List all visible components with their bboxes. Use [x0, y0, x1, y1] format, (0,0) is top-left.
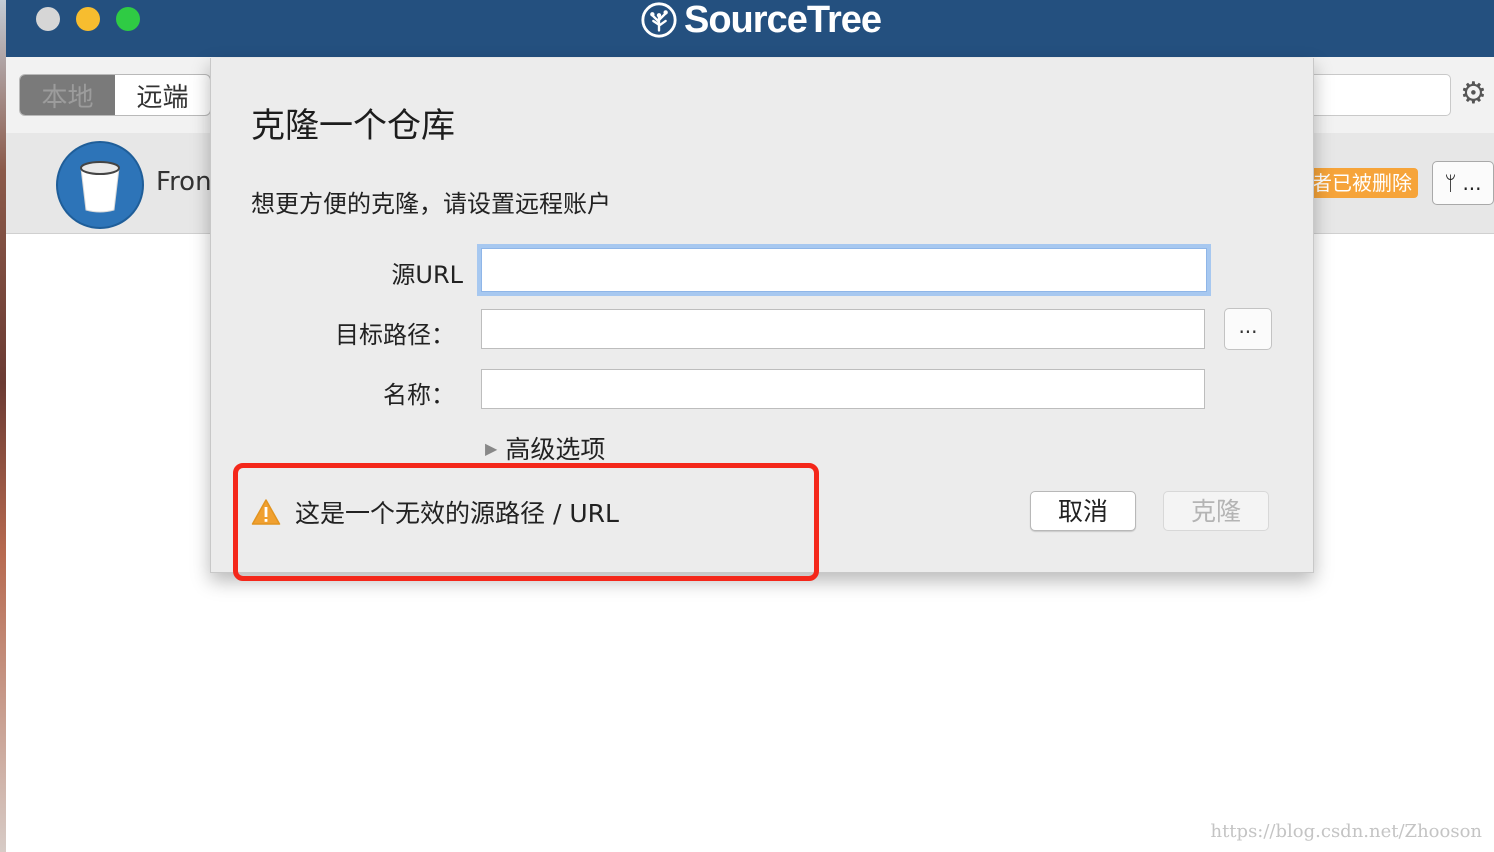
dialog-title: 克隆一个仓库 [251, 106, 455, 146]
watermark: https://blog.csdn.net/Zhooson [1210, 821, 1482, 842]
search-input[interactable] [1306, 74, 1451, 116]
branch-more-label: ... [1462, 171, 1482, 195]
source-url-field[interactable] [481, 248, 1207, 292]
name-label: 名称： [383, 381, 455, 409]
status-badge: 者已被删除 [1306, 168, 1418, 198]
bucket-icon [56, 141, 144, 229]
window-titlebar: SourceTree [6, 0, 1494, 57]
triangle-right-icon: ▶ [485, 438, 498, 458]
gear-icon[interactable]: ⚙ [1460, 79, 1490, 109]
sourcetree-logo-icon [641, 2, 677, 38]
source-url-label: 源URL [391, 261, 463, 289]
minimize-window-button[interactable] [76, 7, 100, 31]
branch-icon: ᛘ [1444, 171, 1457, 195]
advanced-options-disclosure[interactable]: ▶ 高级选项 [485, 430, 605, 466]
destination-path-field[interactable] [481, 309, 1205, 349]
app-brand: SourceTree [640, 0, 882, 41]
local-remote-segmented-control: 本地 远端 [19, 74, 211, 116]
repository-name: Fron [156, 167, 212, 197]
clone-button[interactable]: 克隆 [1163, 491, 1269, 531]
destination-path-label: 目标路径： [335, 321, 455, 349]
cancel-button[interactable]: 取消 [1030, 491, 1136, 531]
tab-remote[interactable]: 远端 [115, 75, 210, 115]
annotation-highlight-box [233, 463, 819, 581]
tab-local[interactable]: 本地 [20, 75, 115, 115]
name-field[interactable] [481, 369, 1205, 409]
maximize-window-button[interactable] [116, 7, 140, 31]
branch-button[interactable]: ᛘ ... [1432, 161, 1494, 205]
browse-button[interactable]: ... [1224, 308, 1272, 350]
clone-repository-dialog: 克隆一个仓库 想更方便的克隆，请设置远程账户 源URL 目标路径： ... 名称… [210, 58, 1314, 581]
app-name: SourceTree [684, 0, 882, 41]
setup-remote-account-link[interactable]: 想更方便的克隆，请设置远程账户 [251, 184, 611, 219]
advanced-options-label: 高级选项 [505, 435, 606, 464]
close-window-button[interactable] [36, 7, 60, 31]
